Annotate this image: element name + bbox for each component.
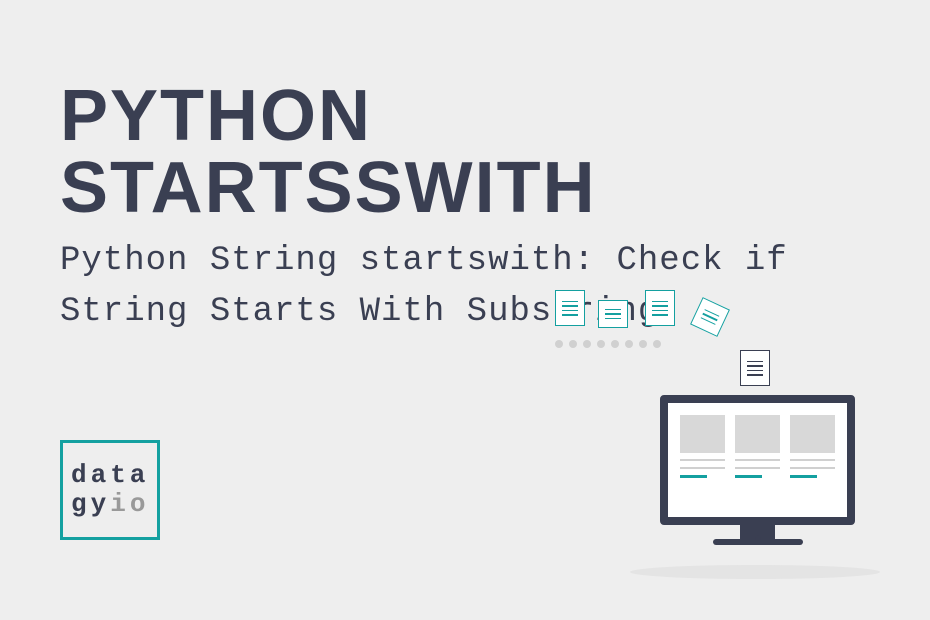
monitor-screen [660, 395, 855, 525]
dots-indicator [555, 340, 661, 348]
document-icon [690, 297, 730, 337]
monitor-base [713, 539, 803, 545]
shadow [630, 565, 880, 579]
card-item [790, 415, 835, 505]
logo-text-line1: data [71, 461, 157, 490]
document-icon [645, 290, 675, 326]
monitor-illustration [660, 395, 855, 555]
document-icon [740, 350, 770, 386]
logo-text-io: io [110, 489, 149, 519]
logo: data gyio [60, 440, 160, 540]
logo-text-line2: gyio [71, 490, 157, 519]
card-item [735, 415, 780, 505]
document-icon [555, 290, 585, 326]
document-icon [598, 300, 628, 328]
page-title: PYTHON STARTSSWITH [60, 80, 870, 224]
logo-text-gy: gy [71, 489, 110, 519]
illustration [550, 290, 870, 580]
card-item [680, 415, 725, 505]
